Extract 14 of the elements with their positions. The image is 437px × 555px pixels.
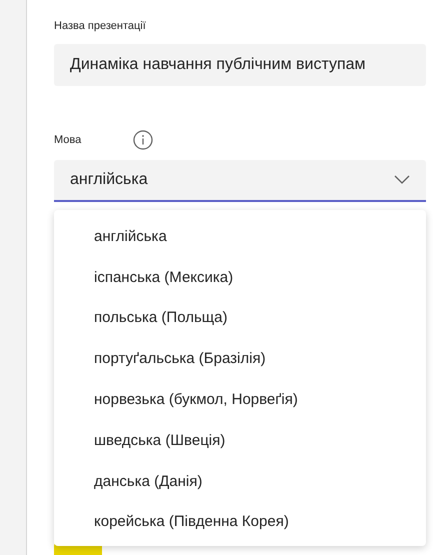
menu-option[interactable]: іспанська (Мексика) [54, 256, 426, 298]
menu-option[interactable]: норвезька (букмол, Норвеґія) [54, 379, 426, 420]
menu-option[interactable]: шведська (Швеція) [54, 420, 426, 461]
menu-option[interactable]: данська (Данія) [54, 460, 426, 502]
menu-option[interactable]: портуґальська (Бразілія) [54, 338, 426, 380]
chevron-down-icon [394, 175, 410, 185]
title-input-field[interactable]: Динаміка навчання публічним виступам [54, 44, 426, 86]
language-dropdown[interactable]: англійська [54, 160, 426, 202]
menu-option[interactable]: польська (Польща) [54, 298, 426, 338]
menu-option[interactable]: корейська (Південна Корея) [54, 502, 426, 542]
field-label: Назва презентації [54, 20, 147, 32]
field-label: Мова [54, 134, 82, 146]
info-icon[interactable] [133, 130, 154, 150]
menu-option[interactable]: англійська [54, 216, 426, 257]
